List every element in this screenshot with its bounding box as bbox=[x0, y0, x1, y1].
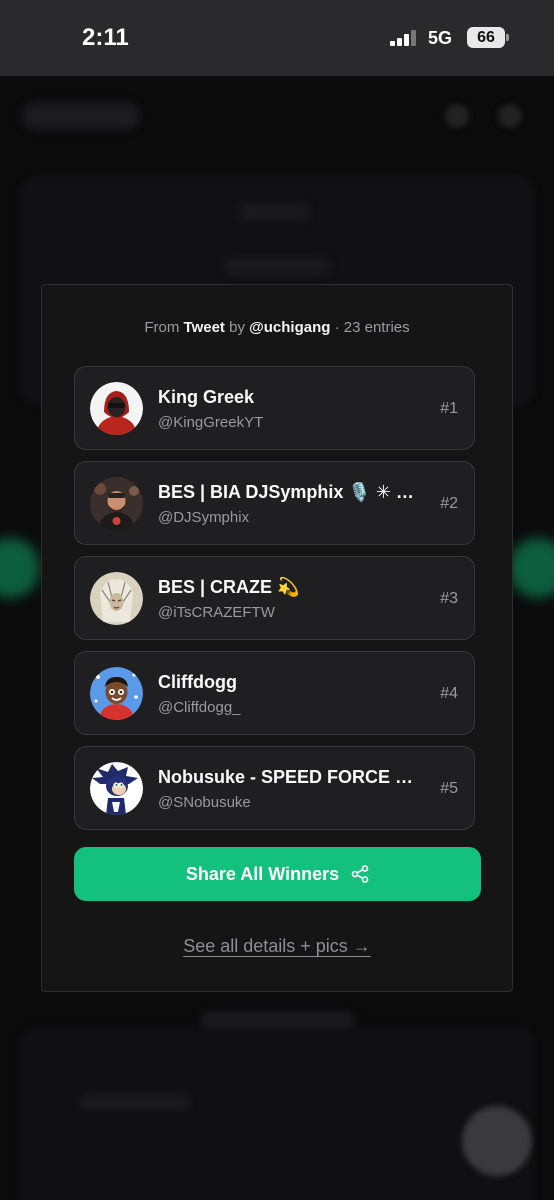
bg-search-icon bbox=[445, 104, 469, 128]
winner-name: King Greek bbox=[158, 387, 255, 407]
winners-modal: From Tweet by @uchigang · 23 entries Kin… bbox=[41, 284, 513, 992]
winner-name: Cliffdogg bbox=[158, 672, 237, 692]
avatar bbox=[90, 667, 143, 720]
bg-lower-card bbox=[20, 1026, 534, 1200]
source-by: by bbox=[229, 319, 245, 336]
status-time: 2:11 bbox=[82, 24, 129, 51]
winner-rank: #5 bbox=[440, 780, 458, 797]
battery-tip bbox=[506, 34, 509, 41]
share-icon bbox=[351, 865, 369, 883]
bg-fab-button bbox=[462, 1106, 532, 1176]
source-type: Tweet bbox=[183, 319, 225, 336]
app-logo bbox=[22, 102, 140, 130]
avatar bbox=[90, 382, 143, 435]
winner-handle: @SNobusuke bbox=[158, 794, 251, 811]
winner-handle: @KingGreekYT bbox=[158, 414, 264, 431]
entries-count: · 23 entries bbox=[334, 319, 410, 336]
source-line: From Tweet by @uchigang · 23 entries bbox=[42, 319, 512, 336]
bg-text-line bbox=[240, 204, 310, 220]
source-handle: @uchigang bbox=[249, 319, 331, 336]
avatar bbox=[90, 572, 143, 625]
winner-rank: #3 bbox=[440, 590, 458, 607]
winner-name: BES | CRAZE 💫 bbox=[158, 577, 300, 597]
see-all-details-link[interactable]: See all details + pics → bbox=[42, 936, 512, 957]
winner-card[interactable]: BES | CRAZE 💫 @iTsCRAZEFTW #3 bbox=[74, 556, 475, 640]
winner-rank: #2 bbox=[440, 495, 458, 512]
winner-handle: @DJSymphix bbox=[158, 509, 250, 526]
winner-rank: #1 bbox=[440, 400, 458, 417]
winner-card[interactable]: BES | BIA DJSymphix 🎙️ ✳ ➡ ... @DJSymphi… bbox=[74, 461, 475, 545]
status-bar: 2:11 5G 66 bbox=[0, 0, 554, 76]
battery-icon: 66 bbox=[467, 27, 505, 48]
bg-green-button bbox=[508, 538, 554, 598]
winner-name: Nobusuke - SPEED FORCE O... bbox=[158, 767, 423, 787]
cellular-signal-icon bbox=[390, 30, 420, 46]
winner-card[interactable]: Cliffdogg @Cliffdogg_ #4 bbox=[74, 651, 475, 735]
winner-card[interactable]: Nobusuke - SPEED FORCE O... @SNobusuke #… bbox=[74, 746, 475, 830]
share-all-winners-button[interactable]: Share All Winners bbox=[74, 847, 481, 901]
winner-name: BES | BIA DJSymphix 🎙️ ✳ ➡ ... bbox=[158, 482, 423, 502]
network-indicator: 5G bbox=[428, 28, 453, 48]
share-button-label: Share All Winners bbox=[185, 863, 340, 884]
avatar bbox=[90, 477, 143, 530]
winner-rank: #4 bbox=[440, 685, 458, 702]
bg-text-line bbox=[200, 1012, 355, 1028]
source-prefix: From bbox=[144, 319, 180, 336]
bg-green-button bbox=[0, 538, 40, 598]
winner-card[interactable]: King Greek @KingGreekYT #1 bbox=[74, 366, 475, 450]
bg-menu-icon bbox=[498, 104, 522, 128]
avatar bbox=[90, 762, 143, 815]
winner-handle: @Cliffdogg_ bbox=[158, 699, 241, 716]
bg-text-line bbox=[225, 258, 330, 274]
winner-handle: @iTsCRAZEFTW bbox=[158, 604, 275, 621]
bg-text-line bbox=[80, 1094, 190, 1110]
